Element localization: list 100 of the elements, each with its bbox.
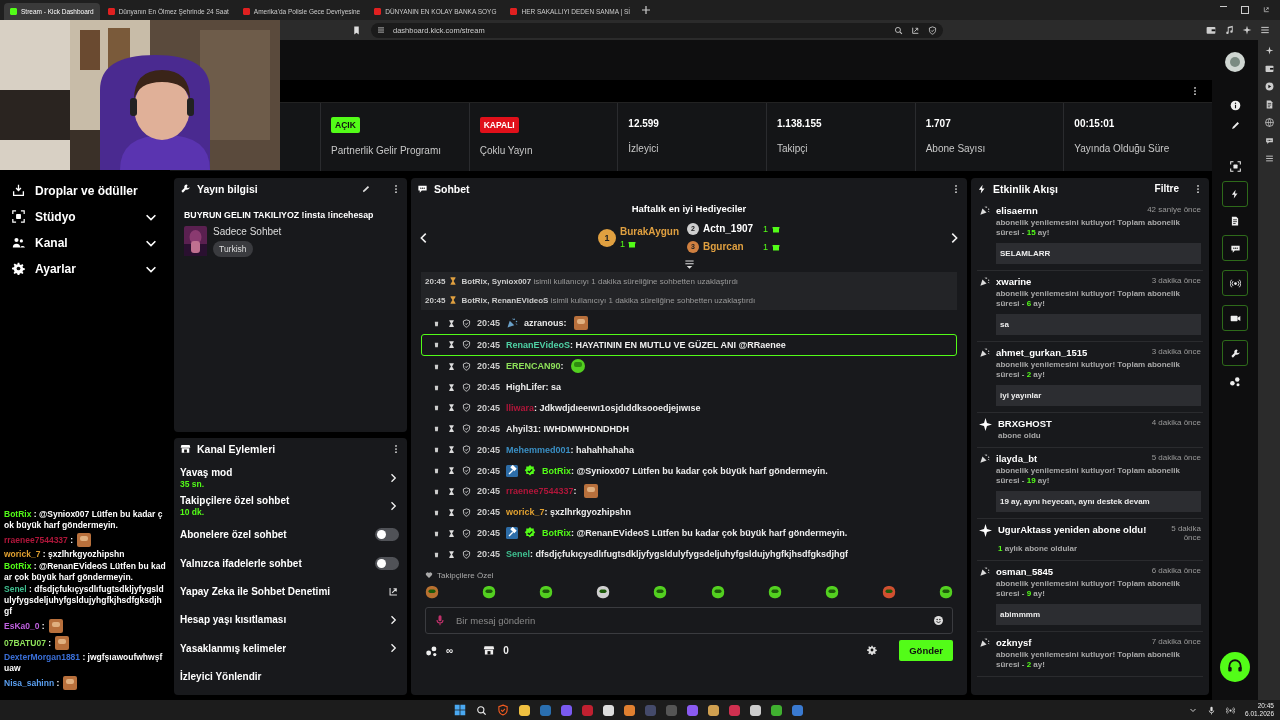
globe-icon[interactable] [1264,118,1274,127]
ban-icon[interactable] [462,382,471,392]
zoom-icon[interactable] [894,25,903,35]
music-icon[interactable] [1224,25,1234,35]
emote-icon[interactable] [653,584,668,599]
delete-icon[interactable] [432,340,441,350]
broadcast-button[interactable] [1222,270,1248,296]
start-icon[interactable] [454,704,466,716]
video-button[interactable] [1222,305,1248,331]
action-label[interactable]: Yapay Zeka ile Sohbet Denetimi [180,586,382,598]
ban-icon[interactable] [462,403,471,413]
document-icon[interactable] [1230,216,1240,226]
search-icon[interactable] [476,704,487,716]
chat-icon[interactable] [1264,136,1274,145]
timeout-icon[interactable] [447,318,456,328]
screen-icon[interactable] [1229,161,1241,172]
sidebar-item[interactable]: Ayarlar [0,255,170,282]
settings-icon[interactable] [867,645,878,656]
message-input[interactable]: Bir mesaj gönderin [425,606,953,634]
share-icon[interactable] [911,25,920,35]
ban-icon[interactable] [462,549,471,559]
app-icon[interactable] [624,704,635,716]
microphone-icon[interactable] [1207,705,1217,715]
action-label[interactable]: Yavaş mod [180,467,381,478]
shield-icon[interactable] [928,25,937,35]
ban-icon[interactable] [462,466,471,476]
emote-icon[interactable] [824,584,839,599]
bolt-button[interactable] [1222,181,1248,207]
timeout-icon[interactable] [447,507,456,517]
emoji-icon[interactable] [933,614,944,626]
timeout-icon[interactable] [447,528,456,538]
timeout-icon[interactable] [447,403,456,413]
chat-button[interactable] [1222,235,1248,261]
app-icon[interactable] [750,704,761,716]
emote-icon[interactable] [596,584,611,599]
notes-icon[interactable] [1264,100,1274,109]
ban-icon[interactable] [462,340,471,350]
bookmark-icon[interactable] [352,25,361,35]
emote-icon[interactable] [539,584,554,599]
action-label[interactable]: Yasaklanmış kelimeler [180,642,381,654]
filter-button[interactable]: Filtre [1146,183,1187,195]
network-icon[interactable] [1226,705,1236,715]
timeout-icon[interactable] [447,466,456,476]
sidebar-item[interactable]: Stüdyo [0,203,170,230]
collapse-icon[interactable] [683,259,695,271]
chevron-icon[interactable] [1189,706,1198,714]
info-icon[interactable] [1229,100,1241,111]
browser-icon[interactable] [497,704,509,716]
wrench-button[interactable] [1222,340,1248,366]
delete-icon[interactable] [432,424,441,434]
wallet-icon[interactable] [1264,64,1274,73]
emote-icon[interactable] [482,584,497,599]
action-label[interactable]: Yalnızca ifadelerle sohbet [180,557,369,569]
ban-icon[interactable] [462,528,471,538]
dots-icon[interactable] [1229,375,1241,387]
timeout-icon[interactable] [447,445,456,455]
timeout-icon[interactable] [447,486,456,496]
timeout-icon[interactable] [447,382,456,392]
timeout-icon[interactable] [447,340,456,350]
new-tab-icon[interactable] [642,6,651,14]
ban-icon[interactable] [462,424,471,434]
app-icon[interactable] [519,704,530,716]
toggle-switch[interactable] [375,556,399,570]
timeout-icon[interactable] [447,424,456,434]
sparkle-icon[interactable] [1242,25,1252,35]
action-label[interactable]: İzleyici Yönlendir [180,671,399,683]
action-label[interactable]: Takipçilere özel sohbet [180,495,381,507]
ban-icon[interactable] [462,507,471,517]
delete-icon[interactable] [432,445,441,455]
action-label[interactable]: Hesap yaşı kısıtlaması [180,614,381,626]
toggle-switch[interactable] [375,528,399,542]
menu-icon[interactable] [1260,25,1270,35]
ban-icon[interactable] [462,361,471,371]
app-icon[interactable] [771,704,782,716]
help-button[interactable] [1220,652,1250,682]
sidebar-item[interactable]: Kanal [0,229,170,256]
timeout-icon[interactable] [447,549,456,559]
avatar[interactable] [1225,52,1245,72]
event-description: abone oldu [998,430,1042,441]
edit-icon[interactable] [1229,120,1241,131]
delete-icon[interactable] [432,466,441,476]
delete-icon[interactable] [432,403,441,413]
edit-icon[interactable] [361,183,371,194]
timeout-icon[interactable] [447,361,456,371]
sidebar-item[interactable]: Droplar ve ödüller [0,177,170,204]
ban-icon[interactable] [462,486,471,496]
action-label[interactable]: Abonelere özel sohbet [180,529,369,541]
play-icon[interactable] [1264,82,1274,91]
sparkle-icon[interactable] [1264,46,1274,55]
ban-icon[interactable] [462,318,471,328]
store-icon[interactable] [483,644,496,657]
bolt-icon [977,183,987,194]
emote-icon[interactable] [767,584,782,599]
ban-icon[interactable] [462,445,471,455]
emote-icon[interactable] [939,584,953,599]
category-name[interactable]: Sadece Sohbet [213,225,282,237]
app-icon[interactable] [708,704,719,716]
app-icon[interactable] [603,704,614,716]
send-button[interactable]: Gönder [899,639,953,661]
emote-icon[interactable] [710,584,725,599]
